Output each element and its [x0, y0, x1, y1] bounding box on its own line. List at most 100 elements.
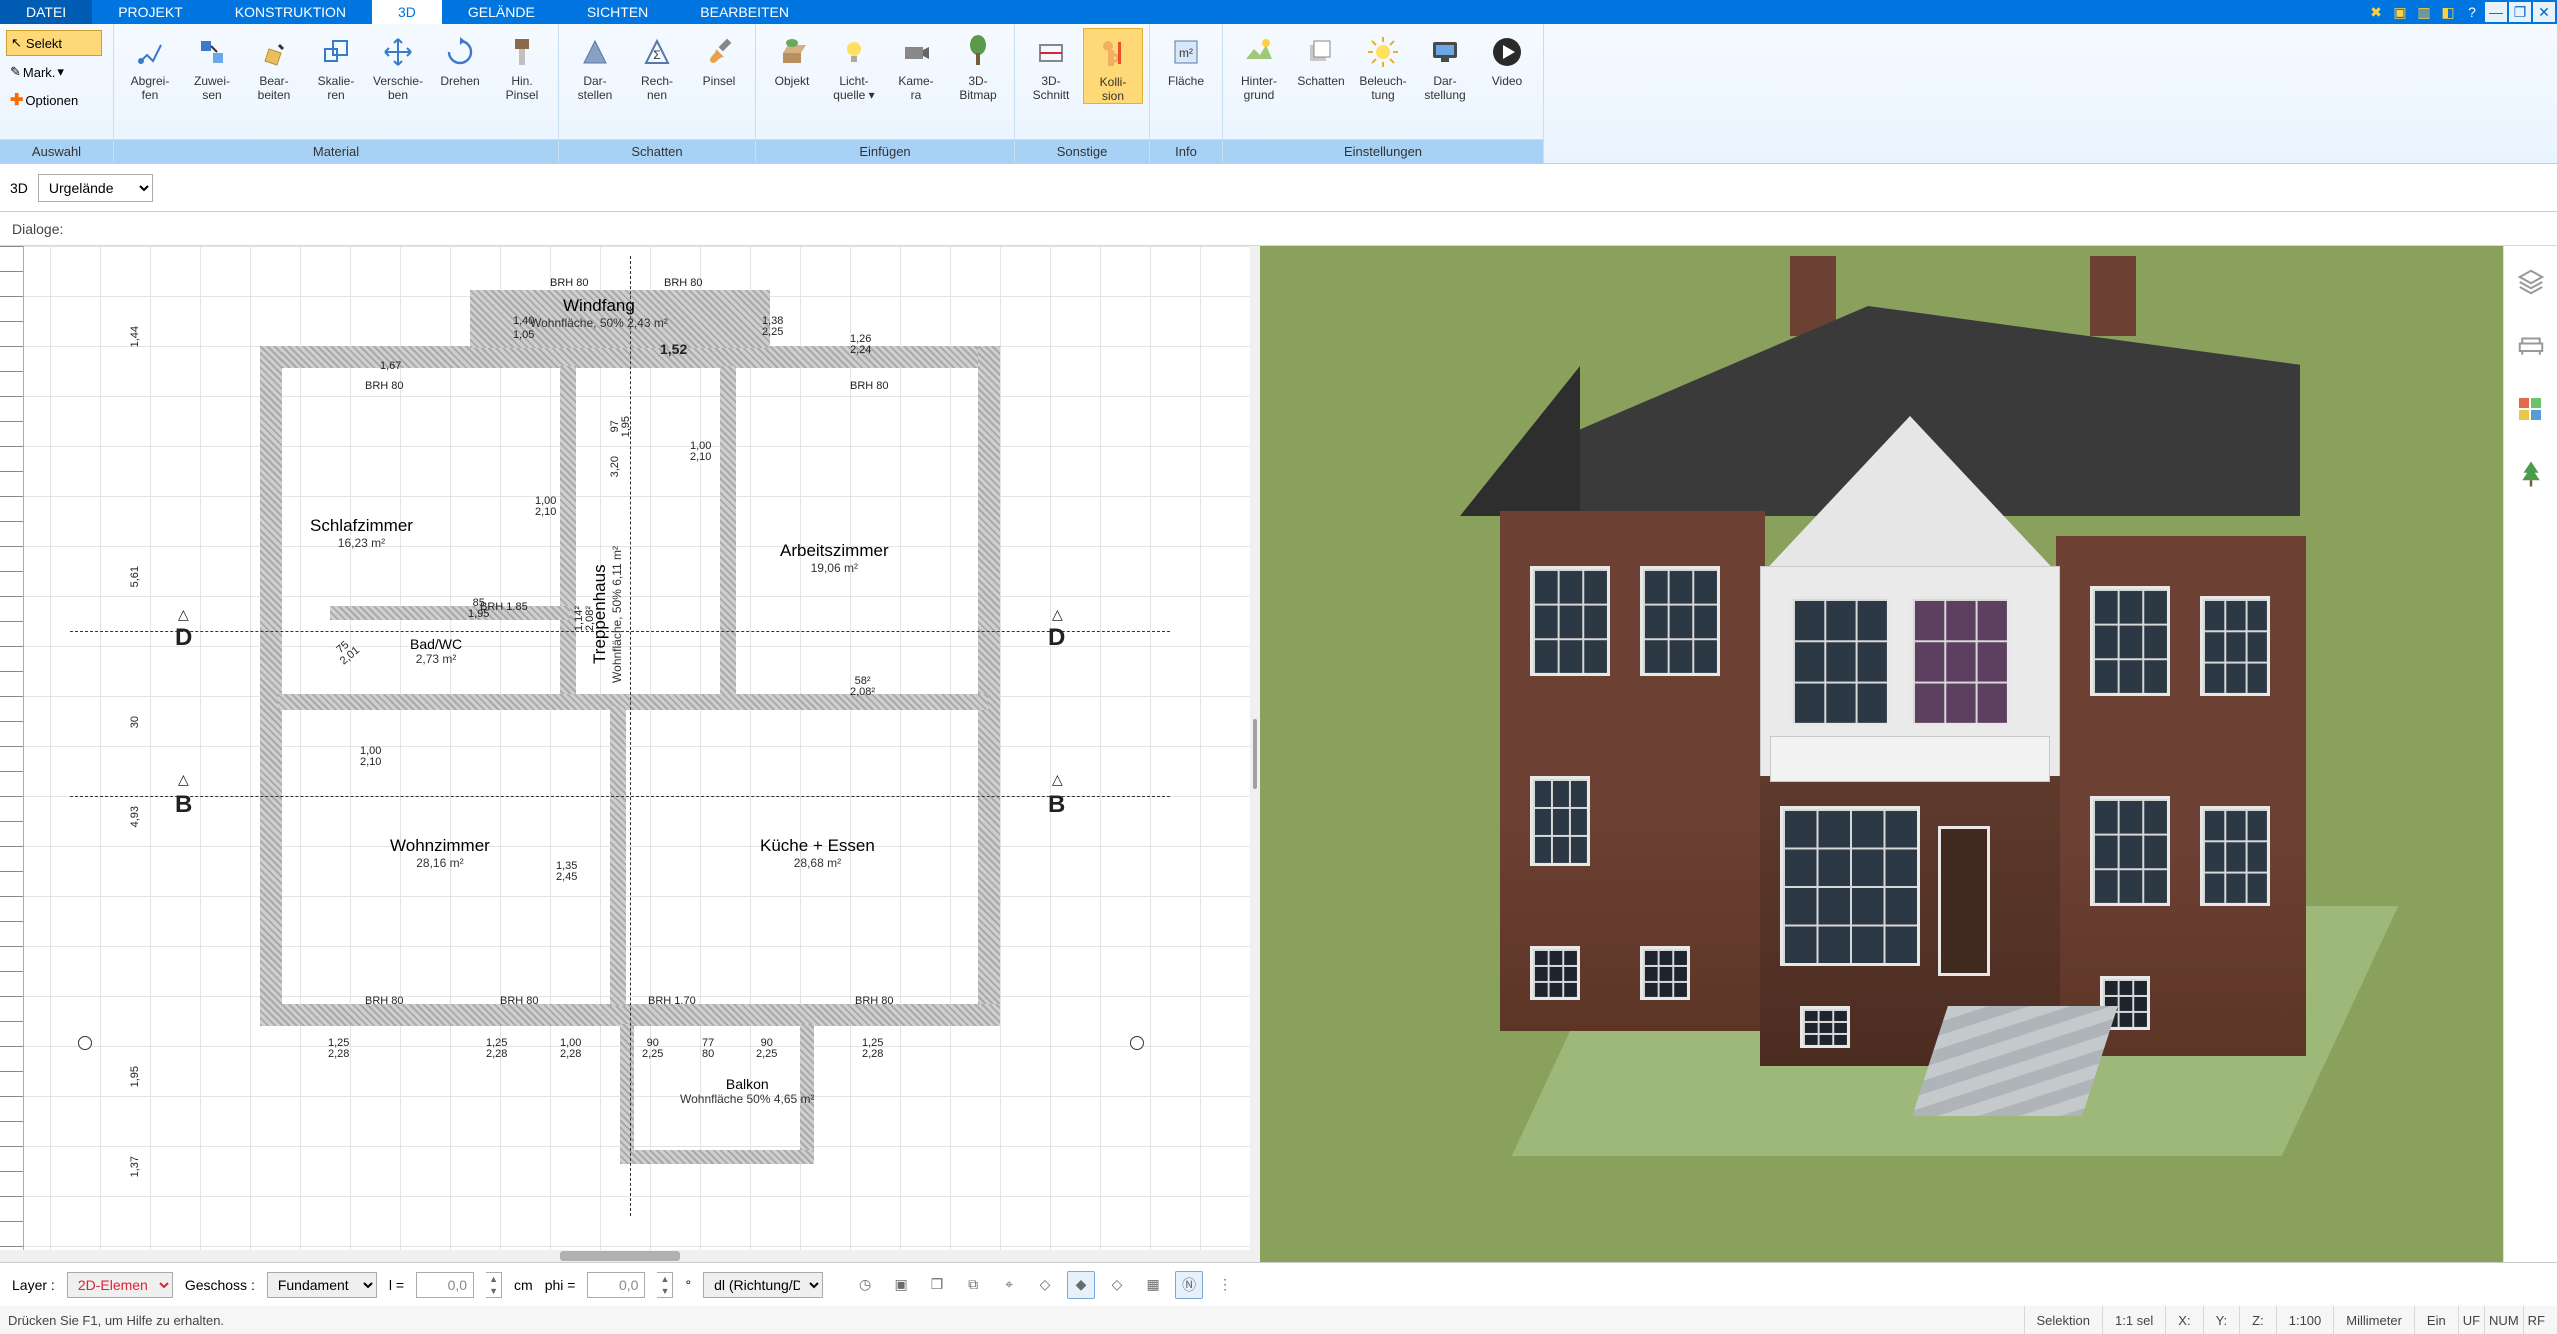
room-label: Bad/WC2,73 m² [410, 636, 462, 666]
wall [978, 346, 1000, 1026]
ribbon-btn-label: Zuwei- sen [194, 72, 230, 102]
room-area: Wohnfläche, 50% 6,11 m² [610, 546, 624, 683]
ribbon-btn-darstellung[interactable]: Dar- stellung [1415, 28, 1475, 102]
more-icon[interactable]: ⋮ [1211, 1271, 1239, 1299]
ribbon-btn-flaeche[interactable]: m²Fläche [1156, 28, 1216, 88]
dim: 1,52 [660, 344, 687, 355]
status-ein: Ein [2414, 1306, 2458, 1334]
wall [610, 706, 626, 1006]
menu-tab-gelaende[interactable]: GELÄNDE [442, 0, 561, 24]
ribbon-btn-darstellen[interactable]: Dar- stellen [565, 28, 625, 102]
window-minimize[interactable]: ― [2485, 2, 2507, 22]
menu-tab-konstruktion[interactable]: KONSTRUKTION [209, 0, 372, 24]
ribbon-btn-label: Kame- ra [898, 72, 933, 102]
menu-tab-bearbeiten[interactable]: BEARBEITEN [674, 0, 815, 24]
2d-plan-view[interactable]: △ D △ D △ B △ B 1,52 1,40 1,05 1,38 2,25… [0, 246, 1250, 1262]
menu-tab-3d[interactable]: 3D [372, 0, 442, 24]
brh-label: BRH 80 [500, 996, 539, 1007]
ribbon-btn-video[interactable]: Video [1477, 28, 1537, 88]
pinsel-icon [699, 32, 739, 72]
ribbon-btn-lichtquelle[interactable]: Licht- quelle ▾ [824, 28, 884, 102]
ribbon-btn-beleuchtung[interactable]: Beleuch- tung [1353, 28, 1413, 102]
color-palette-icon[interactable] [2513, 392, 2549, 428]
snap-parallel-icon[interactable]: ◇ [1103, 1271, 1131, 1299]
chimney [2090, 256, 2136, 336]
wall [330, 606, 570, 620]
window-restore[interactable]: ❐ [2509, 2, 2531, 22]
furniture-icon[interactable] [2513, 328, 2549, 364]
clock-icon[interactable]: ◷ [851, 1271, 879, 1299]
window-close[interactable]: ✕ [2533, 2, 2555, 22]
l-spinner[interactable]: ▲▼ [486, 1272, 502, 1298]
layer-dropdown[interactable]: 2D-Elemen [67, 1272, 173, 1298]
dim: 1,38 2,25 [762, 316, 783, 338]
layers-icon[interactable] [2513, 264, 2549, 300]
brh-label: BRH 80 [850, 381, 889, 392]
beleuchtung-icon [1363, 32, 1403, 72]
tool-icon-3[interactable]: ▥ [2413, 2, 2435, 22]
ribbon-btn-objekt[interactable]: Objekt [762, 28, 822, 88]
ribbon-btn-abgreifen[interactable]: Abgrei- fen [120, 28, 180, 102]
ribbon-group-auswahl: ↖ Selekt ✎ Mark. ▾ ✚ Optionen Auswahl [0, 24, 114, 163]
options-button[interactable]: ✚ Optionen [6, 88, 82, 112]
dim: 1,67 [380, 361, 401, 372]
ribbon-btn-zuweisen[interactable]: Zuwei- sen [182, 28, 242, 102]
window [2200, 596, 2270, 696]
brh-label: BRH 80 [365, 381, 404, 392]
tool-icon-1[interactable]: ✖ [2365, 2, 2387, 22]
mode-dropdown[interactable]: dl (Richtung/Di [703, 1272, 823, 1298]
ribbon-btn-pinsel[interactable]: Pinsel [689, 28, 749, 88]
stack-icon[interactable]: ❒ [923, 1271, 951, 1299]
phi-spinner[interactable]: ▲▼ [657, 1272, 673, 1298]
phi-input[interactable] [587, 1272, 645, 1298]
ribbon-btn-verschieben[interactable]: Verschie- ben [368, 28, 428, 102]
ribbon-btn-hintergrund[interactable]: Hinter- grund [1229, 28, 1289, 102]
ribbon-btn-drehen[interactable]: Drehen [430, 28, 490, 88]
view-splitter[interactable] [1250, 246, 1260, 1262]
ribbon-btn-kamera[interactable]: Kame- ra [886, 28, 946, 102]
brh-label: BRH 80 [855, 996, 894, 1007]
ribbon-btn-kollision[interactable]: Kolli- sion [1083, 28, 1143, 104]
ribbon-btn-schatten[interactable]: Schatten [1291, 28, 1351, 88]
l-input[interactable] [416, 1272, 474, 1298]
tool-icon-4[interactable]: ◧ [2437, 2, 2459, 22]
darstellen-icon [575, 32, 615, 72]
ribbon-btn-3dschnitt[interactable]: 3D- Schnitt [1021, 28, 1081, 102]
geschoss-dropdown[interactable]: Fundament [267, 1272, 377, 1298]
ribbon-btn-rechnen[interactable]: ΣRech- nen [627, 28, 687, 102]
3d-view[interactable] [1260, 246, 2503, 1262]
mark-dropdown[interactable]: ✎ Mark. ▾ [6, 60, 68, 84]
ribbon-btn-hinpinsel[interactable]: Hin. Pinsel [492, 28, 552, 102]
l-label: l = [389, 1277, 404, 1293]
ribbon-btn-label: Hin. Pinsel [506, 72, 539, 102]
verschieben-icon [378, 32, 418, 72]
menu-tab-datei[interactable]: DATEI [0, 0, 92, 24]
h-scrollbar[interactable] [0, 1250, 1250, 1262]
select-button[interactable]: ↖ Selekt [6, 30, 102, 56]
chevron-down-icon: ▾ [57, 64, 64, 80]
room-label: BalkonWohnfläche 50% 4,65 m² [680, 1076, 815, 1106]
room-area: 16,23 m² [310, 536, 413, 550]
status-rf: RF [2523, 1306, 2549, 1334]
help-icon[interactable]: ? [2461, 2, 2483, 22]
ribbon-btn-label: Kolli- sion [1100, 73, 1127, 103]
north-icon[interactable]: Ⓝ [1175, 1271, 1203, 1299]
cursor-icon: ↖ [11, 35, 22, 51]
copy-icon[interactable]: ⧉ [959, 1271, 987, 1299]
ribbon-btn-skalieren[interactable]: Skalie- ren [306, 28, 366, 102]
snap-mid-icon[interactable]: ◇ [1031, 1271, 1059, 1299]
ribbon-btn-3dbitmap[interactable]: 3D- Bitmap [948, 28, 1008, 102]
tree-icon[interactable] [2513, 456, 2549, 492]
menu-tab-sichten[interactable]: SICHTEN [561, 0, 674, 24]
ribbon-btn-bearbeiten[interactable]: Bear- beiten [244, 28, 304, 102]
snap-endpoint-icon[interactable]: ⌖ [995, 1271, 1023, 1299]
menu-tab-projekt[interactable]: PROJEKT [92, 0, 209, 24]
terrain-dropdown[interactable]: Urgelände [38, 174, 153, 202]
camera-icon[interactable]: ▣ [887, 1271, 915, 1299]
bearbeiten-icon [254, 32, 294, 72]
grid-icon[interactable]: ▦ [1139, 1271, 1167, 1299]
snap-perp-icon[interactable]: ◆ [1067, 1271, 1095, 1299]
tool-icon-2[interactable]: ▣ [2389, 2, 2411, 22]
status-uf: UF [2458, 1306, 2484, 1334]
room-area: 28,16 m² [390, 856, 490, 870]
